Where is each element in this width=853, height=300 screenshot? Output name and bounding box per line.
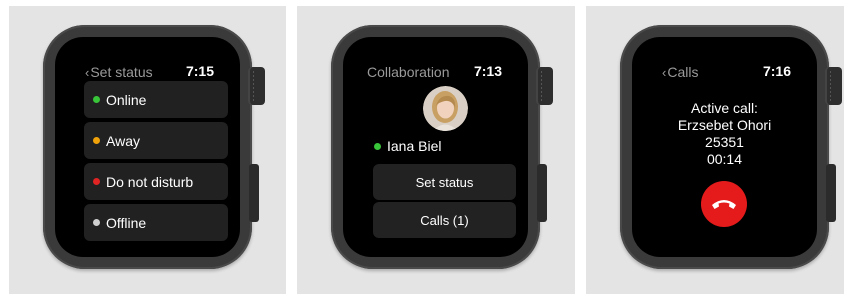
watch-screen: ‹Set status 7:15 Online Away Do not dist… bbox=[55, 37, 240, 257]
status-option-do-not-disturb[interactable]: Do not disturb bbox=[84, 163, 228, 200]
chevron-left-icon: ‹ bbox=[662, 65, 667, 80]
chevron-left-icon: ‹ bbox=[85, 65, 90, 80]
calls-button[interactable]: Calls (1) bbox=[373, 202, 516, 238]
status-option-label: Away bbox=[106, 132, 140, 149]
clock: 7:16 bbox=[762, 63, 791, 79]
online-status-dot-icon bbox=[93, 96, 100, 103]
set-status-button[interactable]: Set status bbox=[373, 164, 516, 200]
call-heading: Active call: bbox=[691, 100, 758, 116]
digital-crown bbox=[536, 67, 553, 105]
status-option-away[interactable]: Away bbox=[84, 122, 228, 159]
avatar bbox=[423, 86, 468, 131]
user-status: Iana Biel bbox=[374, 138, 441, 154]
online-status-dot-icon bbox=[374, 142, 381, 150]
side-button bbox=[826, 164, 836, 222]
app-title: Collaboration bbox=[367, 64, 450, 80]
digital-crown bbox=[825, 67, 842, 105]
digital-crown bbox=[248, 67, 265, 105]
back-label: Calls bbox=[667, 64, 699, 80]
side-button bbox=[537, 164, 547, 222]
away-status-dot-icon bbox=[93, 137, 100, 144]
clock: 7:13 bbox=[473, 63, 502, 79]
status-option-label: Online bbox=[106, 91, 147, 108]
panel-calls: ‹Calls 7:16 Active call: Erzsebet Ohori … bbox=[586, 6, 844, 294]
status-option-label: Do not disturb bbox=[106, 173, 194, 190]
caller-number: 25351 bbox=[705, 134, 744, 150]
offline-status-dot-icon bbox=[93, 219, 100, 226]
panel-set-status: ‹Set status 7:15 Online Away Do not dist… bbox=[9, 6, 286, 294]
status-option-offline[interactable]: Offline bbox=[84, 204, 228, 241]
clock: 7:15 bbox=[185, 63, 214, 79]
end-call-button[interactable] bbox=[701, 181, 747, 227]
back-button[interactable]: ‹Calls bbox=[662, 64, 698, 80]
dnd-status-dot-icon bbox=[93, 178, 100, 185]
back-button[interactable]: ‹Set status bbox=[85, 64, 153, 80]
watch-screen: ‹Calls 7:16 Active call: Erzsebet Ohori … bbox=[632, 37, 817, 257]
status-option-online[interactable]: Online bbox=[84, 81, 228, 118]
user-name: Iana Biel bbox=[387, 138, 442, 154]
call-duration: 00:14 bbox=[706, 151, 743, 167]
status-option-label: Offline bbox=[106, 214, 147, 231]
side-button bbox=[249, 164, 259, 222]
caller-name: Erzsebet Ohori bbox=[677, 117, 772, 133]
watch-screen: Collaboration 7:13 Iana Biel Set status … bbox=[343, 37, 528, 257]
phone-hangup-icon bbox=[712, 200, 736, 209]
panel-collaboration: Collaboration 7:13 Iana Biel Set status … bbox=[297, 6, 575, 294]
back-label: Set status bbox=[90, 64, 153, 80]
